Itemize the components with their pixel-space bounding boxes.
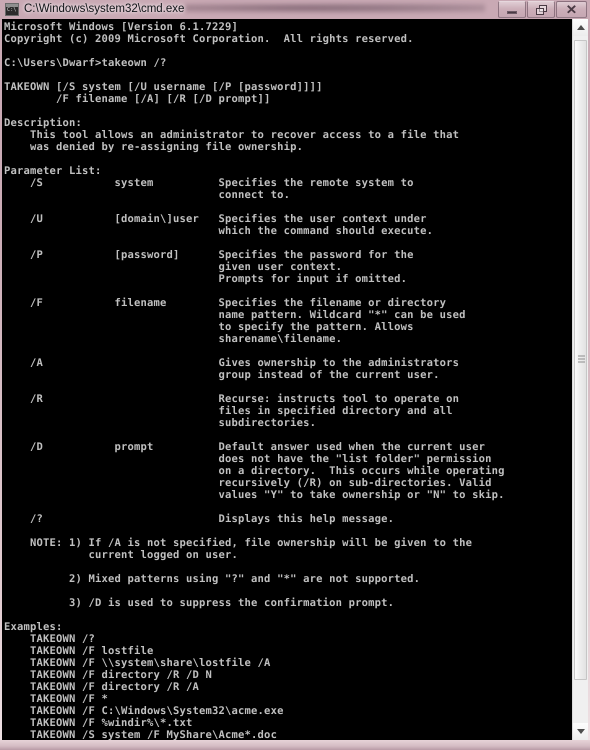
minimize-button[interactable]	[498, 1, 526, 18]
scrollbar-grip-icon	[578, 355, 585, 365]
console-text: Microsoft Windows [Version 6.1.7229] Cop…	[4, 21, 505, 740]
restore-icon	[528, 2, 554, 17]
cmd-window: C:\ C:\Windows\system32\cmd.exe ✕ Micros…	[0, 0, 590, 750]
title-bar[interactable]: C:\ C:\Windows\system32\cmd.exe ✕	[0, 0, 590, 19]
close-glyph: ✕	[565, 2, 578, 17]
scroll-down-arrow[interactable]	[573, 723, 588, 740]
close-icon: ✕	[557, 2, 586, 17]
window-bottom-edge	[0, 740, 590, 750]
minimize-icon	[499, 2, 525, 17]
console-output-area[interactable]: Microsoft Windows [Version 6.1.7229] Cop…	[2, 19, 573, 740]
scroll-up-arrow[interactable]	[573, 19, 588, 36]
window-title: C:\Windows\system32\cmd.exe	[24, 3, 185, 15]
cmd-icon: C:\	[5, 3, 19, 16]
vertical-scrollbar[interactable]	[572, 19, 588, 740]
chevron-up-icon	[576, 25, 585, 30]
close-button[interactable]: ✕	[556, 1, 587, 18]
restore-button[interactable]	[527, 1, 555, 18]
chevron-down-icon	[576, 729, 585, 734]
scrollbar-thumb[interactable]	[574, 40, 587, 680]
cmd-icon-label: C:\	[7, 7, 17, 13]
